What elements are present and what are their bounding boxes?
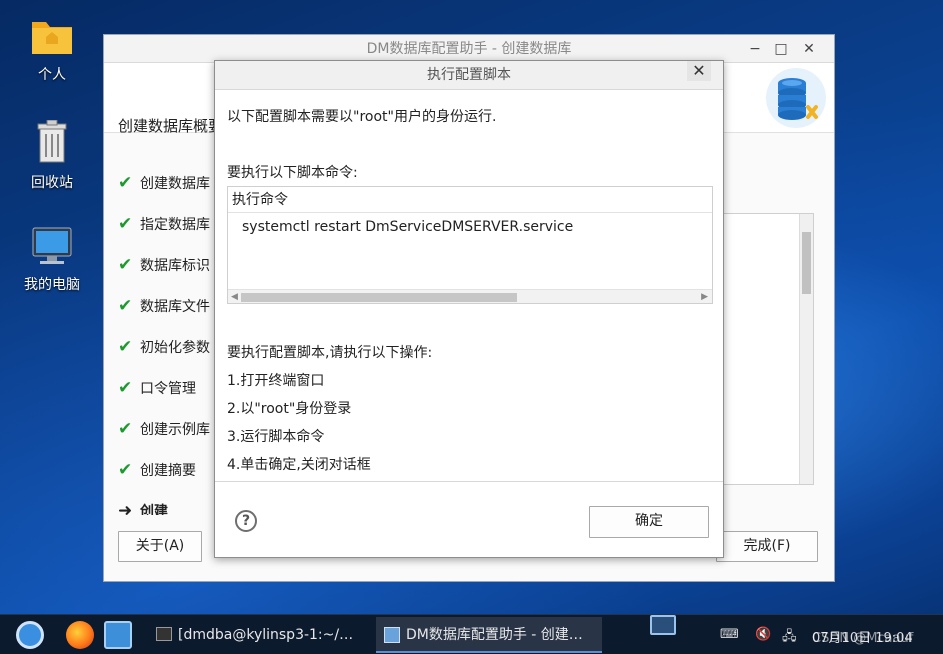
instruction-item: 2.以"root"身份登录 <box>227 401 352 417</box>
checkmark-icon: ✔ <box>118 460 133 480</box>
command-table[interactable]: 执行命令 systemctl restart DmServiceDMSERVER… <box>227 186 713 304</box>
help-icon[interactable]: ? <box>235 510 257 532</box>
step-label: 数据库文件 <box>140 299 210 315</box>
step-label: 创建 <box>140 504 168 515</box>
watermark: CSDN @Mcaauf <box>812 631 914 646</box>
wizard-step[interactable]: ✔ 指定数据库 <box>118 214 218 255</box>
summary-panel[interactable] <box>716 213 814 485</box>
window-title: DM数据库配置助手 - 创建数据库 <box>366 41 572 57</box>
wizard-step[interactable]: ✔ 初始化参数 <box>118 337 218 378</box>
checkmark-icon: ✔ <box>118 255 133 275</box>
wizard-step[interactable]: ✔ 口令管理 <box>118 378 218 419</box>
table-header: 执行命令 <box>228 187 712 213</box>
scroll-thumb[interactable] <box>802 232 811 294</box>
dialog-body: 以下配置脚本需要以"root"用户的身份运行. 要执行以下脚本命令: 执行命令 … <box>215 90 723 482</box>
desktop-icon-label: 个人 <box>38 67 66 83</box>
wizard-step[interactable]: ✔ 数据库文件 <box>118 296 218 337</box>
step-label: 创建摘要 <box>140 463 196 479</box>
instruction-item: 4.单击确定,关闭对话框 <box>227 457 371 473</box>
folder-home-icon <box>32 22 72 54</box>
desktop-icon-label: 回收站 <box>31 175 73 191</box>
checkmark-icon: ✔ <box>118 419 133 439</box>
taskbar-item-dm-assistant[interactable]: DM数据库配置助手 - 创建… <box>376 617 602 653</box>
volume-mute-icon[interactable]: 🔇 <box>755 627 771 642</box>
step-label: 初始化参数 <box>140 340 210 356</box>
wizard-step[interactable]: ✔ 创建示例库 <box>118 419 218 460</box>
wizard-step-current[interactable]: ➜ 创建 <box>118 501 218 515</box>
checkmark-icon: ✔ <box>118 173 133 193</box>
commands-heading: 要执行以下脚本命令: <box>227 165 358 181</box>
vertical-scrollbar[interactable] <box>799 214 813 484</box>
desktop-icon-personal[interactable]: 个人 <box>17 16 87 84</box>
wizard-step[interactable]: ✔ 数据库标识 <box>118 255 218 296</box>
taskbar-item-terminal[interactable]: [dmdba@kylinsp3-1:~/… <box>148 617 370 653</box>
window-titlebar[interactable]: DM数据库配置助手 - 创建数据库 − □ ✕ <box>104 35 834 63</box>
task-label: DM数据库配置助手 - 创建… <box>406 627 583 643</box>
instruction-item: 3.运行脚本命令 <box>227 429 325 445</box>
checkmark-icon: ✔ <box>118 378 133 398</box>
steps-heading: 要执行配置脚本,请执行以下操作: <box>227 345 433 361</box>
firefox-icon[interactable] <box>66 621 94 649</box>
terminal-icon <box>156 627 172 641</box>
step-label: 创建示例库 <box>140 422 210 438</box>
table-row[interactable]: systemctl restart DmServiceDMSERVER.serv… <box>228 213 712 241</box>
dialog-intro: 以下配置脚本需要以"root"用户的身份运行. <box>227 109 497 125</box>
maximize-button[interactable]: □ <box>768 35 794 63</box>
arrow-right-icon: ➜ <box>118 501 133 515</box>
minimize-button[interactable]: − <box>742 35 768 63</box>
computer-icon <box>32 227 72 264</box>
ok-button[interactable]: 确定 <box>589 506 709 538</box>
wizard-step[interactable]: ✔ 创建摘要 <box>118 460 218 501</box>
keyboard-icon[interactable]: ⌨ <box>720 627 739 642</box>
trash-icon <box>37 119 67 163</box>
close-button[interactable]: ✕ <box>796 35 822 63</box>
taskbar: [dmdba@kylinsp3-1:~/… DM数据库配置助手 - 创建… ⌨ … <box>0 614 943 654</box>
desktop-icon-trash[interactable]: 回收站 <box>17 119 87 192</box>
step-label: 数据库标识 <box>140 258 210 274</box>
checkmark-icon: ✔ <box>118 337 133 357</box>
start-menu-icon[interactable] <box>16 621 44 649</box>
desktop-icon-computer[interactable]: 我的电脑 <box>17 226 87 294</box>
wizard-step[interactable]: ✔ 创建数据库 <box>118 173 218 214</box>
step-label: 口令管理 <box>140 381 196 397</box>
task-label: [dmdba@kylinsp3-1:~/… <box>178 627 354 643</box>
finish-button[interactable]: 完成(F) <box>716 531 818 562</box>
step-label: 创建数据库 <box>140 176 210 192</box>
horizontal-scrollbar[interactable]: ◀ ▶ <box>228 289 712 303</box>
wizard-steps: ✔ 创建数据库 ✔ 指定数据库 ✔ 数据库标识 ✔ 数据库文件 ✔ 初始化参数 ✔ 口令管理… <box>118 173 218 515</box>
dialog-title: 执行配置脚本 <box>427 67 511 83</box>
about-button[interactable]: 关于(A) <box>118 531 202 562</box>
scroll-thumb[interactable] <box>241 293 517 302</box>
dialog-close-button[interactable]: ✕ <box>687 61 711 81</box>
app-icon <box>384 627 400 643</box>
desktop-icon-label: 我的电脑 <box>24 277 80 293</box>
checkmark-icon: ✔ <box>118 296 133 316</box>
file-manager-icon[interactable] <box>104 621 132 649</box>
instruction-item: 1.打开终端窗口 <box>227 373 325 389</box>
scroll-right-icon[interactable]: ▶ <box>701 290 708 304</box>
database-icon <box>766 68 826 128</box>
config-script-dialog: 执行配置脚本 ✕ 以下配置脚本需要以"root"用户的身份运行. 要执行以下脚本… <box>214 60 724 558</box>
summary-title: 创建数据库概要 <box>118 117 224 135</box>
checkmark-icon: ✔ <box>118 214 133 234</box>
dialog-titlebar[interactable]: 执行配置脚本 ✕ <box>215 61 723 90</box>
step-label: 指定数据库 <box>140 217 210 233</box>
desktop-switch-icon[interactable] <box>650 615 676 635</box>
network-icon[interactable]: 🖧 <box>782 627 797 649</box>
scroll-left-icon[interactable]: ◀ <box>231 290 238 304</box>
